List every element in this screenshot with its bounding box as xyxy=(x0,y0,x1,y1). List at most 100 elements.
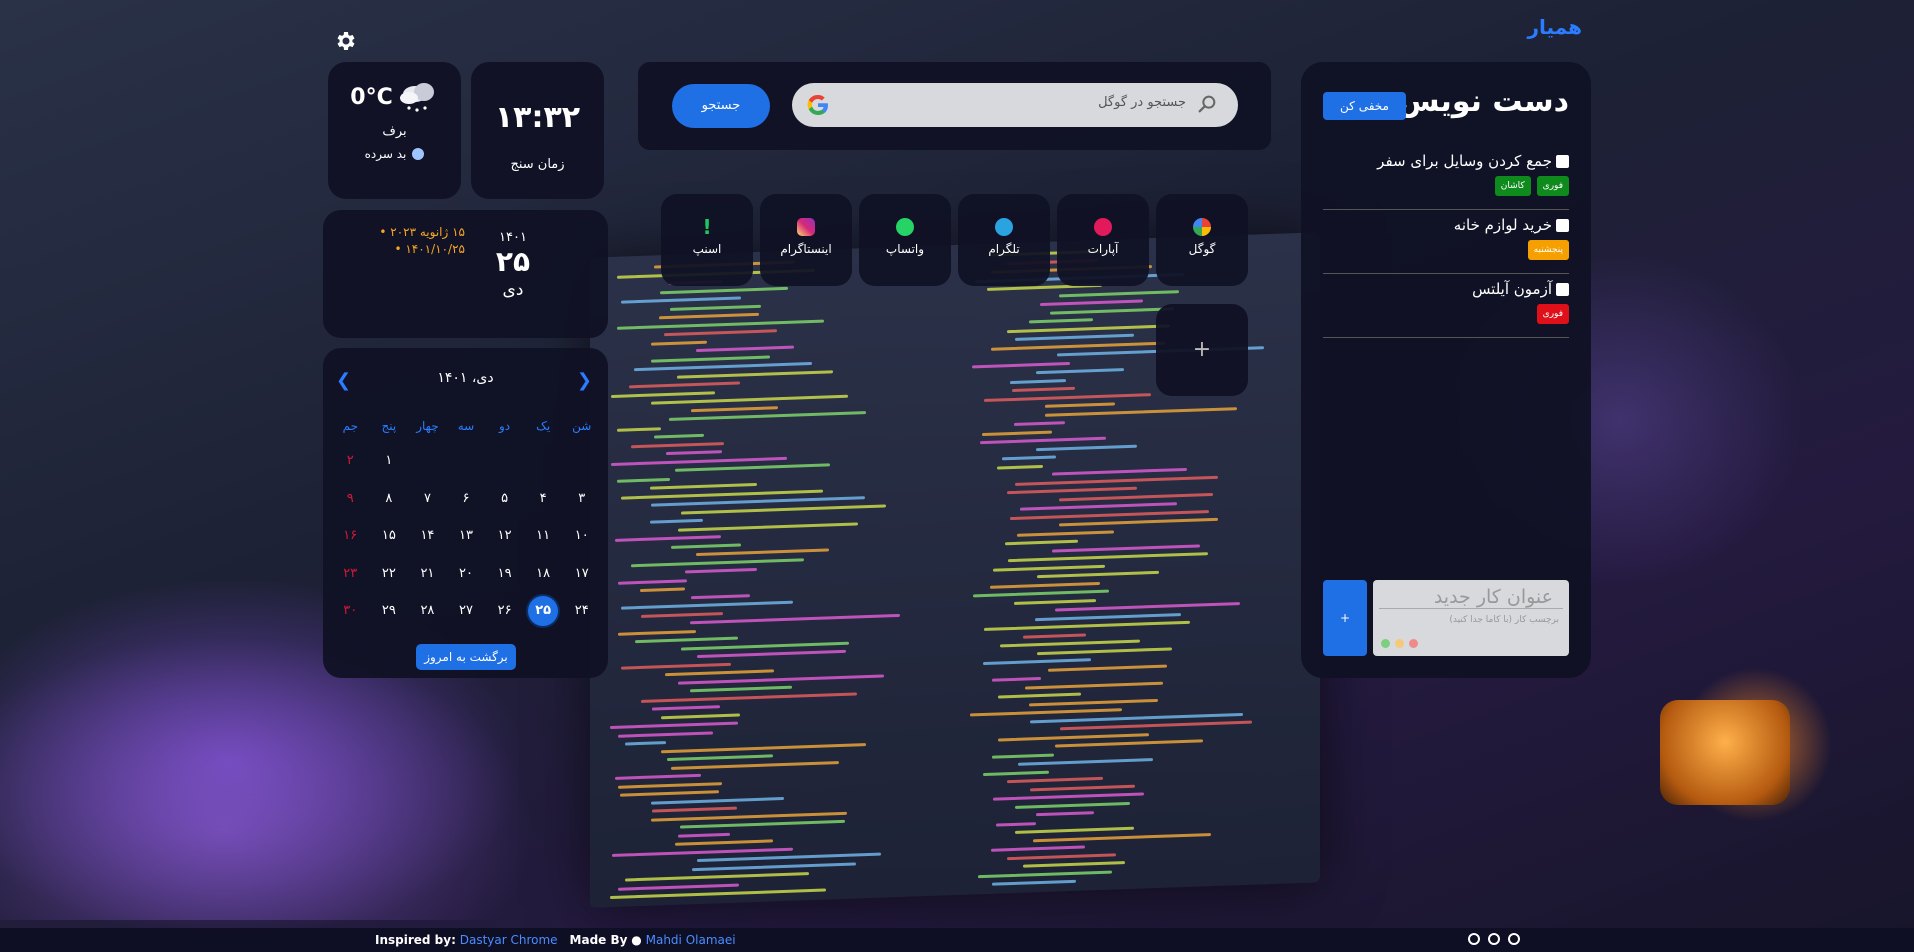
add-shortcut-button[interactable]: + xyxy=(1156,304,1248,396)
code-line-decoration xyxy=(1033,832,1211,842)
background-candle xyxy=(1660,700,1790,805)
inspired-link[interactable]: Dastyar Chrome xyxy=(460,933,558,947)
add-task-button[interactable]: + xyxy=(1323,580,1367,656)
shortcut-aparat[interactable]: آپارات xyxy=(1057,194,1149,286)
calendar-day[interactable]: ۱۵ xyxy=(370,521,409,559)
code-line-decoration xyxy=(669,411,866,421)
code-line-decoration xyxy=(1036,368,1125,375)
task-item[interactable]: جمع کردن وسایل برای سفر فوری کاشان xyxy=(1323,146,1569,210)
shortcut-snapp[interactable]: ! اسنپ xyxy=(661,194,753,286)
new-task-tags-input[interactable]: برچسب کار (با کاما جدا کنید) xyxy=(1373,609,1569,625)
code-line-decoration xyxy=(995,821,1036,827)
color-dot-green[interactable] xyxy=(1381,639,1390,648)
email-icon[interactable] xyxy=(1468,933,1480,945)
calendar-day[interactable]: ۳ xyxy=(562,484,601,522)
shortcut-label: اینستاگرام xyxy=(780,242,832,256)
new-task-title-input[interactable]: عنوان کار جدید xyxy=(1379,580,1563,609)
calendar-day[interactable]: ۱۰ xyxy=(562,521,601,559)
color-dot-red[interactable] xyxy=(1409,639,1418,648)
google-icon xyxy=(1193,218,1211,236)
task-checkbox[interactable] xyxy=(1556,282,1569,296)
calendar-day[interactable]: ۳۰ xyxy=(331,596,370,634)
search-button[interactable]: جستجو xyxy=(672,84,770,128)
code-line-decoration xyxy=(649,518,704,524)
gear-icon[interactable] xyxy=(333,29,357,53)
calendar-day[interactable]: ۱۲ xyxy=(485,521,524,559)
telegram-icon xyxy=(995,218,1013,236)
calendar-day[interactable]: ۱۹ xyxy=(485,559,524,597)
search-widget: جستجو در گوگل جستجو xyxy=(638,62,1271,150)
code-line-decoration xyxy=(1019,502,1178,511)
calendar-day[interactable]: ۱۳ xyxy=(447,521,486,559)
calendar-day[interactable]: ۲۸ xyxy=(408,596,447,634)
calendar-day[interactable]: ۴ xyxy=(524,484,563,522)
color-dot-yellow[interactable] xyxy=(1395,639,1404,648)
code-line-decoration xyxy=(696,649,847,659)
search-input[interactable]: جستجو در گوگل xyxy=(792,83,1238,127)
calendar-day-number: ۱۸ xyxy=(536,565,551,581)
calendar-day[interactable]: ۲۶ xyxy=(485,596,524,634)
calendar-day[interactable]: ۶ xyxy=(447,484,486,522)
calendar-day[interactable]: ۲۲ xyxy=(370,559,409,597)
code-line-decoration xyxy=(691,593,750,599)
task-checkbox[interactable] xyxy=(1556,218,1569,232)
code-line-decoration xyxy=(625,872,809,882)
chevron-right-icon[interactable]: ❯ xyxy=(577,370,592,391)
calendar-empty-cell xyxy=(562,446,601,484)
calendar-day-number: ۳۰ xyxy=(343,603,358,618)
calendar-day[interactable]: ۲۴ xyxy=(562,596,601,634)
code-line-decoration xyxy=(618,883,739,891)
calendar-day[interactable]: ۹ xyxy=(331,484,370,522)
back-to-today-button[interactable]: برگشت به امروز xyxy=(416,644,516,670)
shortcut-telegram[interactable]: تلگرام xyxy=(958,194,1050,286)
code-line-decoration xyxy=(982,430,1052,436)
clock-widget[interactable]: ۱۳:۳۲ زمان سنج xyxy=(471,62,604,199)
shortcut-whatsapp[interactable]: واتساپ xyxy=(859,194,951,286)
code-line-decoration xyxy=(1017,758,1153,766)
calendar-day[interactable]: ۲۳ xyxy=(331,559,370,597)
task-checkbox[interactable] xyxy=(1556,154,1569,168)
author-link[interactable]: Mahdi Olamaei xyxy=(646,933,736,947)
weather-widget[interactable]: 0°C برف بد سرده xyxy=(328,62,461,199)
code-line-decoration xyxy=(634,636,739,644)
new-task-form[interactable]: عنوان کار جدید برچسب کار (با کاما جدا کن… xyxy=(1373,580,1569,656)
brand-logo[interactable]: همیار xyxy=(1528,15,1582,39)
code-line-decoration xyxy=(614,535,722,542)
shortcut-instagram[interactable]: اینستاگرام xyxy=(760,194,852,286)
calendar-day[interactable]: ۷ xyxy=(408,484,447,522)
code-line-decoration xyxy=(1014,826,1135,834)
calendar-empty-cell xyxy=(408,446,447,484)
code-line-decoration xyxy=(690,405,779,412)
calendar-day[interactable]: ۲۹ xyxy=(370,596,409,634)
calendar-day[interactable]: ۵ xyxy=(485,484,524,522)
calendar-day[interactable]: ۲۰ xyxy=(447,559,486,597)
calendar-day[interactable]: ۱ xyxy=(370,446,409,484)
telegram-icon[interactable] xyxy=(1508,933,1520,945)
task-item[interactable]: خرید لوازم خانه پنجشنبه xyxy=(1323,210,1569,274)
calendar-day-number: ۲۵ xyxy=(528,596,559,626)
hide-button[interactable]: مخفی کن xyxy=(1323,92,1406,120)
calendar-day[interactable]: ۱۶ xyxy=(331,521,370,559)
calendar-day[interactable]: ۸ xyxy=(370,484,409,522)
code-line-decoration xyxy=(1044,402,1116,408)
calendar-day[interactable]: ۱۱ xyxy=(524,521,563,559)
calendar-day[interactable]: ۲۷ xyxy=(447,596,486,634)
calendar-day[interactable]: ۲۱ xyxy=(408,559,447,597)
shortcut-label: واتساپ xyxy=(885,242,925,256)
calendar-day[interactable]: ۱۸ xyxy=(524,559,563,597)
snapp-icon: ! xyxy=(702,215,712,239)
instagram-icon[interactable] xyxy=(1488,933,1500,945)
shortcut-google[interactable]: گوگل xyxy=(1156,194,1248,286)
calendar-day[interactable]: ۱۴ xyxy=(408,521,447,559)
task-item[interactable]: آزمون آیلتس فوری xyxy=(1323,274,1569,338)
code-line-decoration xyxy=(620,296,741,304)
calendar-day[interactable]: ۲۵ xyxy=(524,596,563,634)
code-line-decoration xyxy=(992,879,1076,886)
calendar-day-number: ۲۱ xyxy=(420,565,435,581)
calendar-day[interactable]: ۱۷ xyxy=(562,559,601,597)
calendar-day-number: ۵ xyxy=(501,490,509,506)
calendar-day[interactable]: ۲ xyxy=(331,446,370,484)
todo-widget: دست نویس مخفی کن جمع کردن وسایل برای سفر… xyxy=(1301,62,1591,678)
code-line-decoration xyxy=(634,361,813,372)
code-line-decoration xyxy=(1049,306,1175,315)
